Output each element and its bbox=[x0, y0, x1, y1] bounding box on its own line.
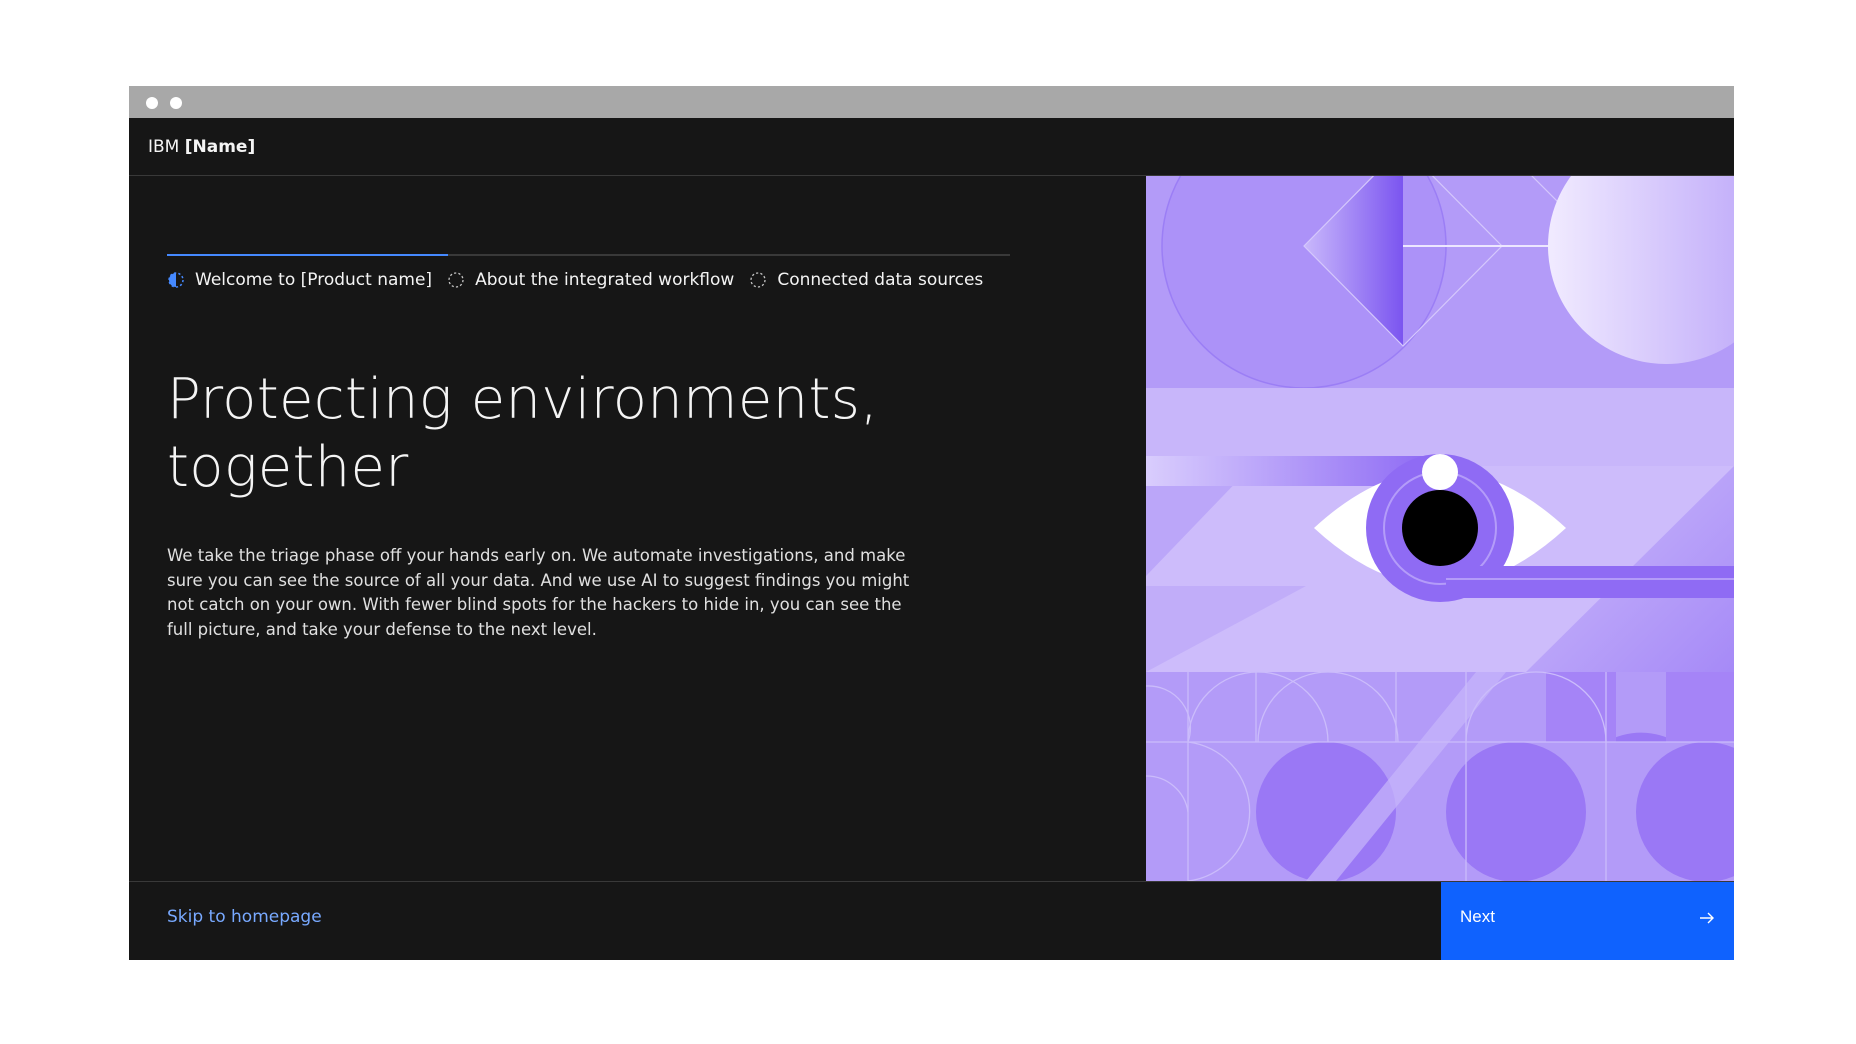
dashed-circle-icon bbox=[448, 272, 464, 288]
page-title-line: together bbox=[167, 435, 409, 500]
skip-to-homepage-link[interactable]: Skip to homepage bbox=[167, 907, 322, 927]
progress-track bbox=[167, 254, 1010, 256]
page-title-line: Protecting environments, bbox=[167, 367, 879, 432]
brand[interactable]: IBM [Name] bbox=[148, 137, 255, 157]
progress-fill bbox=[167, 254, 448, 256]
body-text: We take the triage phase off your hands … bbox=[167, 546, 910, 639]
progress-step-label: Welcome to [Product name] bbox=[195, 270, 433, 290]
app-window: IBM [Name] Welcome to [Product name] Abo… bbox=[129, 86, 1734, 960]
page-title: Protecting environments, together bbox=[167, 366, 967, 502]
app-header: IBM [Name] bbox=[129, 118, 1734, 176]
window-control-dot[interactable] bbox=[170, 97, 182, 109]
brand-name: [Name] bbox=[184, 137, 256, 157]
progress-step-data-sources[interactable]: Connected data sources bbox=[749, 270, 983, 290]
progress-indicator: Welcome to [Product name] About the inte… bbox=[167, 270, 998, 290]
half-filled-circle-icon bbox=[168, 272, 184, 288]
dashed-circle-icon bbox=[750, 272, 766, 288]
footer-bar: Skip to homepage Next bbox=[129, 881, 1734, 960]
progress-step-label: About the integrated workflow bbox=[475, 270, 735, 290]
next-button-label: Next bbox=[1460, 907, 1495, 926]
next-button[interactable]: Next bbox=[1441, 882, 1734, 960]
window-control-dot[interactable] bbox=[146, 97, 158, 109]
window-titlebar bbox=[129, 86, 1734, 118]
progress-step-label: Connected data sources bbox=[777, 270, 984, 290]
eye-illustration bbox=[1146, 176, 1734, 881]
arrow-right-icon bbox=[1700, 912, 1714, 924]
brand-prefix: IBM bbox=[148, 137, 180, 157]
progress-step-workflow[interactable]: About the integrated workflow bbox=[447, 270, 734, 290]
security-eye-artwork bbox=[1146, 176, 1734, 881]
onboarding-content: Welcome to [Product name] About the inte… bbox=[129, 176, 1146, 881]
progress-step-welcome[interactable]: Welcome to [Product name] bbox=[167, 270, 432, 290]
